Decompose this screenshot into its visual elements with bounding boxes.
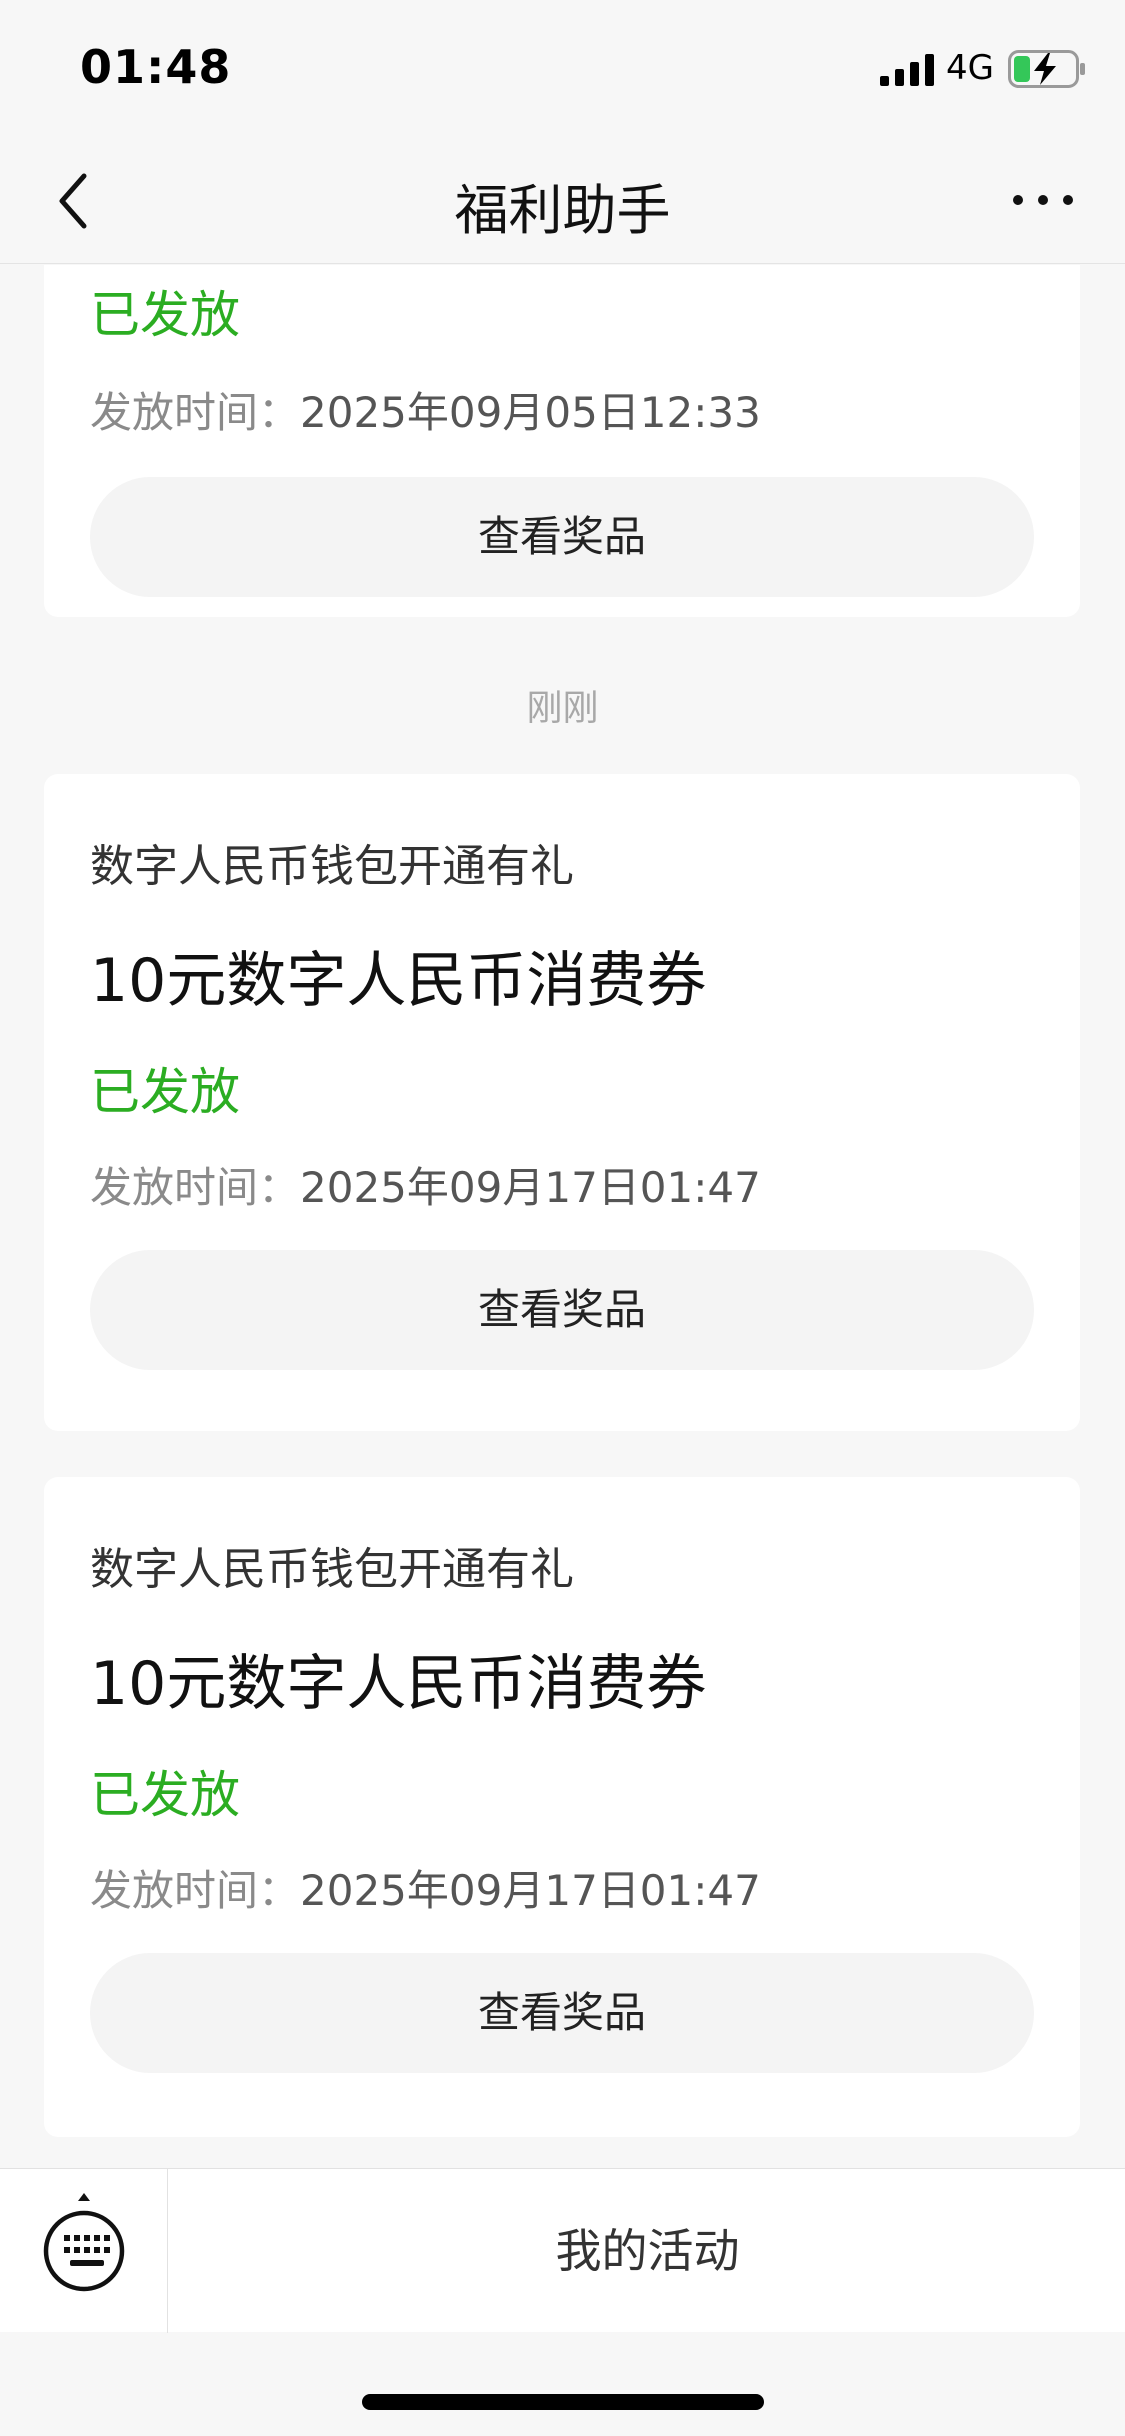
card-source: 数字人民币钱包开通有礼 [90, 841, 574, 892]
issue-time-value: 2025年09月17日01:47 [300, 1163, 761, 1212]
network-type: 4G [946, 48, 994, 88]
card-source: 数字人民币钱包开通有礼 [90, 1544, 574, 1595]
issue-time-label: 发放时间： [90, 1163, 301, 1212]
view-prize-button[interactable]: 查看奖品 [90, 477, 1034, 597]
time-divider: 刚刚 [526, 688, 599, 729]
signal-bars-icon [880, 54, 934, 86]
more-dots-icon[interactable] [1010, 188, 1076, 212]
card-status: 已发放 [90, 1766, 240, 1824]
issue-time-value: 2025年09月17日01:47 [300, 1866, 761, 1915]
card-issue-time: 发放时间：2025年09月17日01:47 [90, 1154, 761, 1215]
card-title: 10元数字人民币消费券 [90, 946, 707, 1016]
message-feed[interactable]: 已发放 发放时间：2025年09月05日12:33 查看奖品 刚刚 数字人民币钱… [0, 265, 1125, 2165]
card-title: 10元数字人民币消费券 [90, 1649, 707, 1719]
card-status: 已发放 [90, 1063, 240, 1121]
view-prize-button[interactable]: 查看奖品 [90, 1250, 1034, 1370]
card-issue-time: 发放时间：2025年09月05日12:33 [90, 379, 761, 440]
bottom-menu-bar: 我的活动 [0, 2168, 1125, 2333]
reward-card: 数字人民币钱包开通有礼 10元数字人民币消费券 已发放 发放时间：2025年09… [44, 774, 1080, 1431]
battery-charging-icon [1008, 50, 1085, 88]
nav-bar: 福利助手 [0, 136, 1125, 264]
card-status: 已发放 [90, 286, 240, 344]
page-title: 福利助手 [454, 179, 671, 242]
status-time: 01:48 [80, 40, 232, 94]
home-indicator[interactable] [362, 2394, 764, 2410]
keyboard-toggle-button[interactable] [0, 2169, 168, 2333]
my-activities-button[interactable]: 我的活动 [170, 2169, 1125, 2333]
view-prize-button[interactable]: 查看奖品 [90, 1953, 1034, 2073]
status-bar: 01:48 4G [0, 0, 1125, 136]
issue-time-label: 发放时间： [90, 1866, 301, 1915]
issue-time-value: 2025年09月05日12:33 [300, 388, 761, 437]
reward-card-partial: 已发放 发放时间：2025年09月05日12:33 查看奖品 [44, 265, 1080, 617]
keyboard-icon [43, 2193, 125, 2292]
issue-time-label: 发放时间： [90, 388, 301, 437]
reward-card: 数字人民币钱包开通有礼 10元数字人民币消费券 已发放 发放时间：2025年09… [44, 1477, 1080, 2137]
card-issue-time: 发放时间：2025年09月17日01:47 [90, 1857, 761, 1918]
